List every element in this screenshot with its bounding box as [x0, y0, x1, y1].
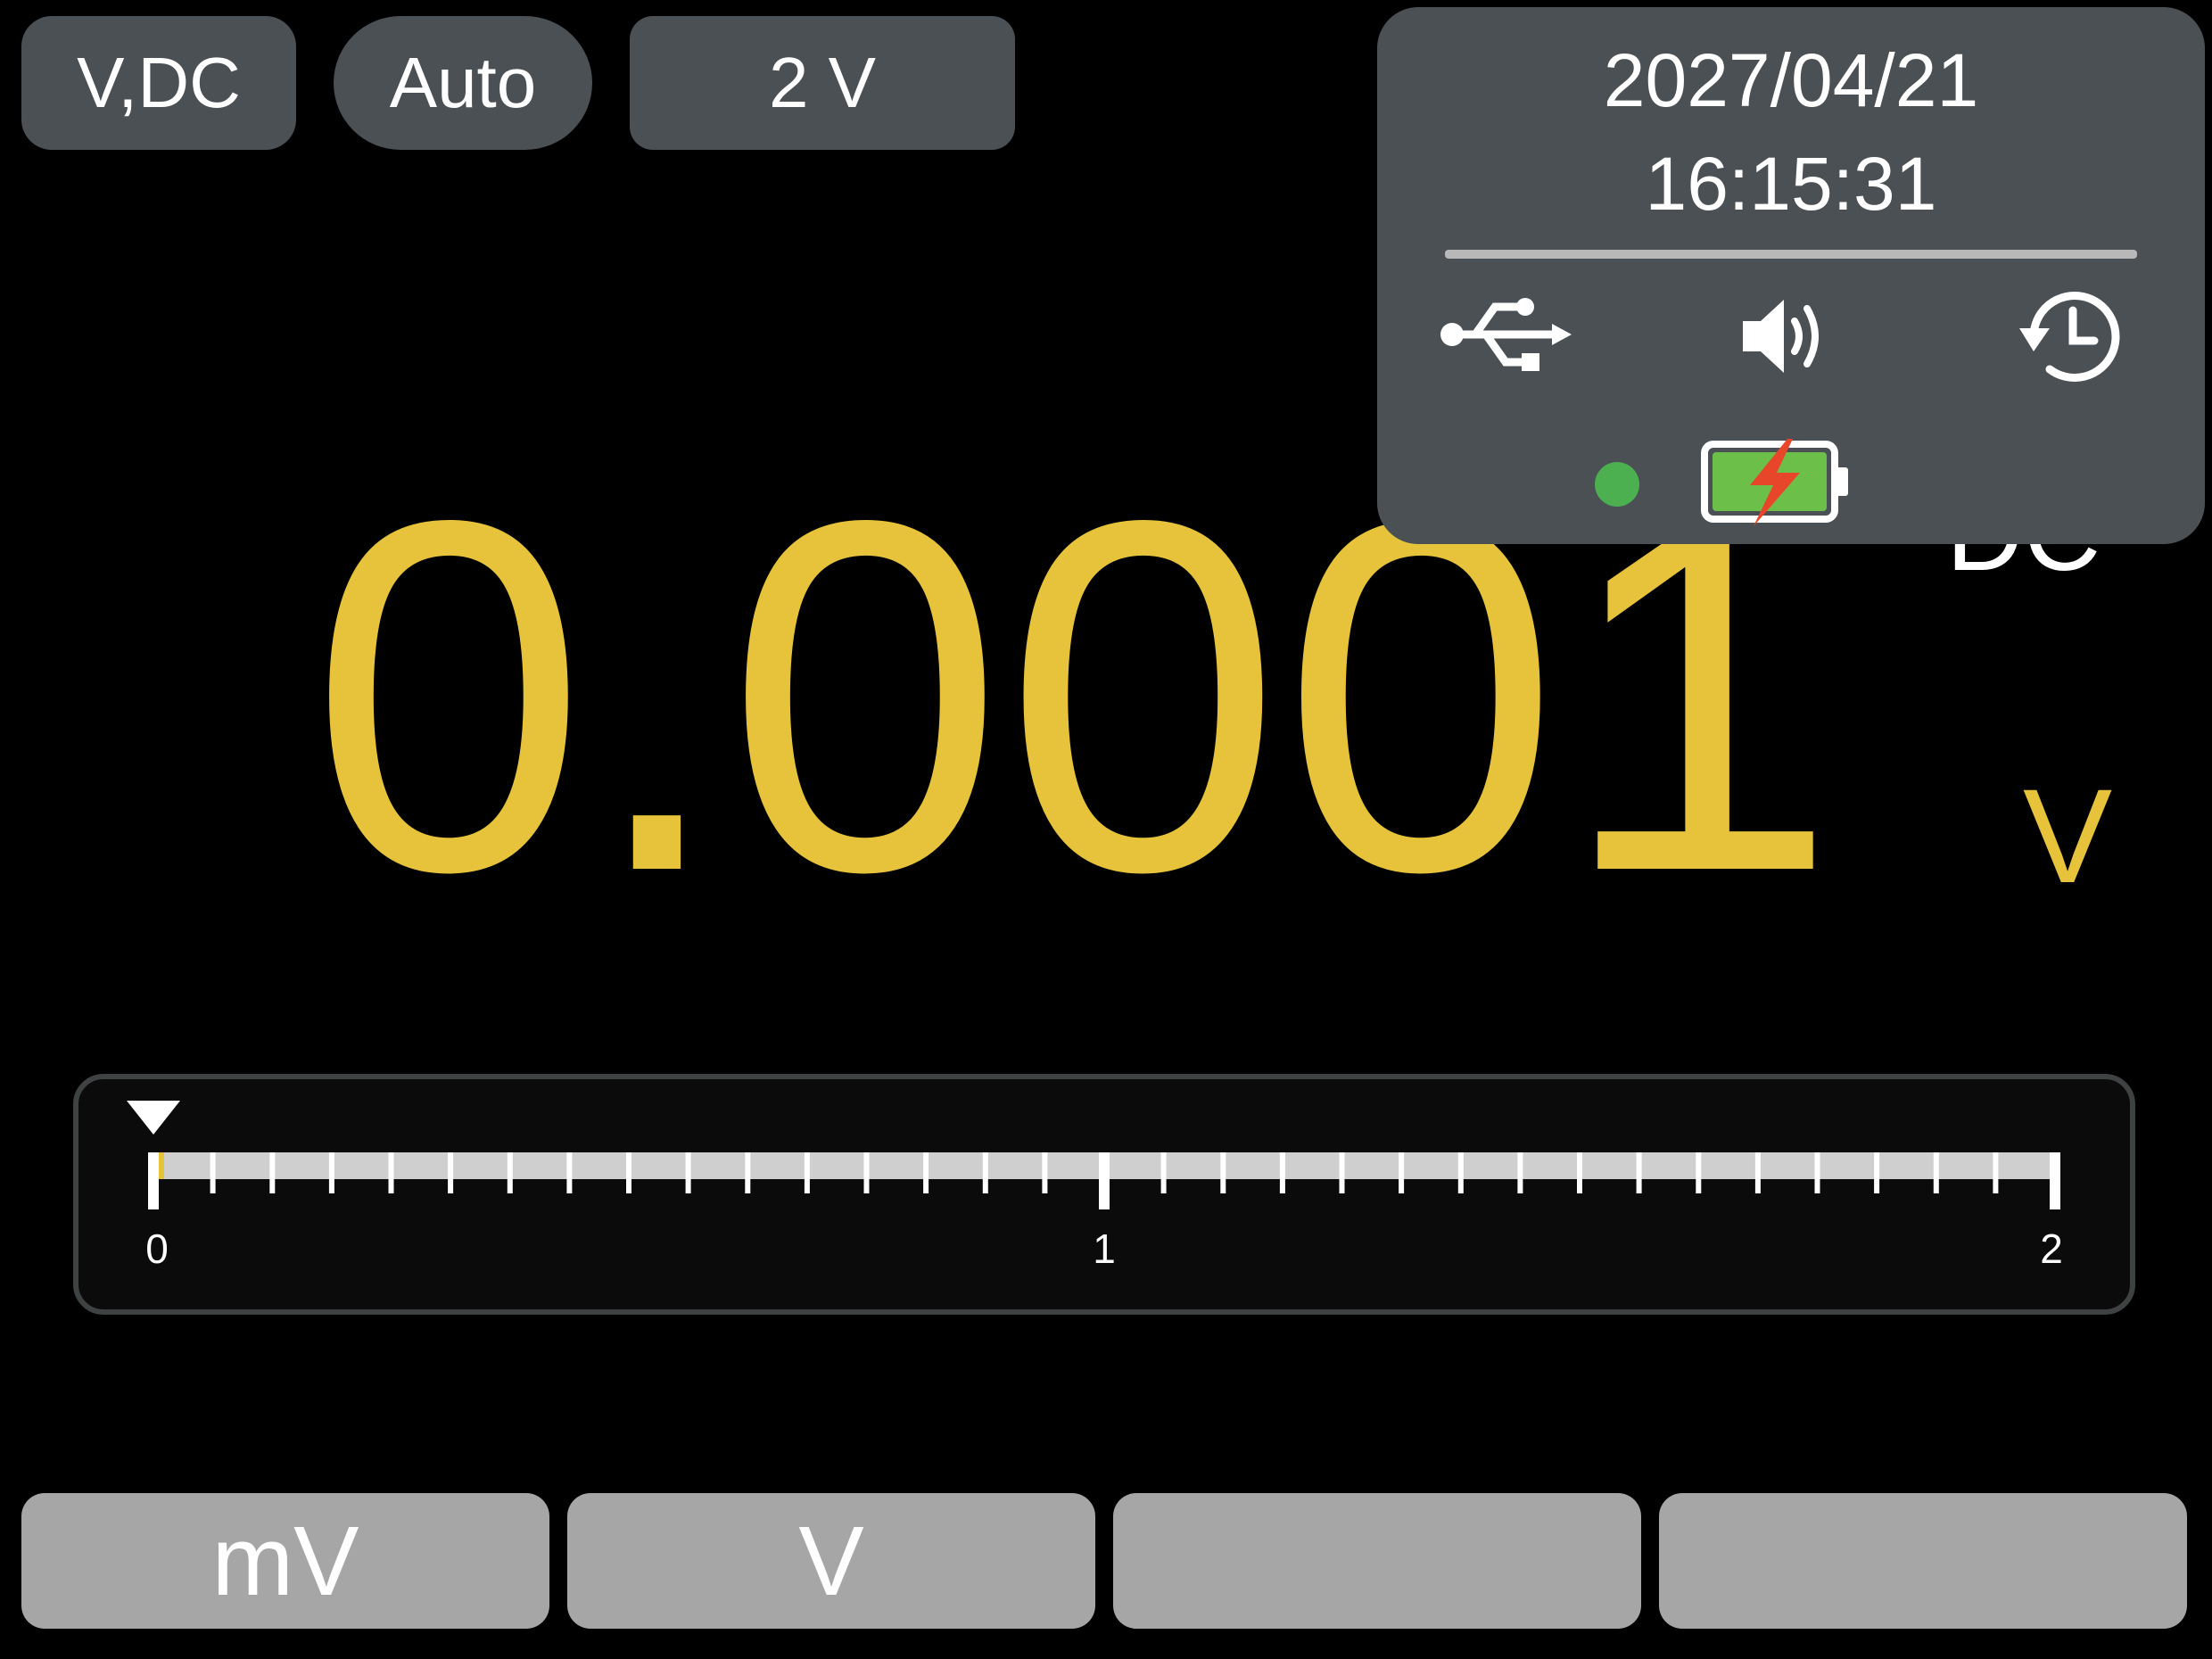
- bargraph-minor-tick: [1160, 1152, 1167, 1193]
- bargraph-minor-tick: [328, 1152, 334, 1193]
- bargraph-minor-tick: [210, 1152, 216, 1193]
- bargraph-minor-tick: [804, 1152, 810, 1193]
- softkey-3[interactable]: [1113, 1493, 1641, 1629]
- bargraph-minor-tick: [1933, 1152, 1939, 1193]
- bargraph-minor-tick: [1993, 1152, 1999, 1193]
- bargraph-tick-label: 2: [2040, 1226, 2063, 1272]
- bargraph-minor-tick: [448, 1152, 454, 1193]
- bargraph-minor-tick: [507, 1152, 513, 1193]
- status-panel: 2027/04/21 16:15:31: [1377, 7, 2205, 544]
- status-led: [1595, 462, 1639, 507]
- range-button[interactable]: 2 V: [630, 16, 1015, 150]
- bargraph-minor-tick: [685, 1152, 691, 1193]
- bargraph-minor-tick: [982, 1152, 988, 1193]
- reading-unit: V: [2023, 761, 2113, 911]
- bargraph-tick-label: 0: [145, 1226, 169, 1272]
- bargraph-major-tick: [2050, 1152, 2060, 1209]
- bargraph-minor-tick: [1754, 1152, 1761, 1193]
- softkey-4[interactable]: [1659, 1493, 2187, 1629]
- speaker-icon: [1743, 300, 1819, 373]
- bargraph-minor-tick: [745, 1152, 751, 1193]
- bargraph-minor-tick: [388, 1152, 394, 1193]
- usb-icon: [1440, 298, 1572, 371]
- analog-bargraph: 0 1 2: [73, 1074, 2135, 1315]
- bargraph-pointer: [127, 1101, 180, 1135]
- status-divider: [1445, 250, 2137, 259]
- battery-charging-icon: [1701, 439, 1848, 526]
- date-display: 2027/04/21: [1603, 38, 1979, 122]
- auto-range-button[interactable]: Auto: [334, 16, 592, 150]
- bargraph-minor-tick: [1636, 1152, 1642, 1193]
- bargraph-minor-tick: [923, 1152, 929, 1193]
- bargraph-minor-tick: [1814, 1152, 1820, 1193]
- bargraph-major-tick: [1099, 1152, 1110, 1209]
- bargraph-major-tick: [148, 1152, 159, 1209]
- bargraph-minor-tick: [1042, 1152, 1048, 1193]
- bargraph-tick-label: 1: [1093, 1226, 1116, 1272]
- bargraph-minor-tick: [863, 1152, 870, 1193]
- bargraph-minor-tick: [566, 1152, 573, 1193]
- bargraph-minor-tick: [1577, 1152, 1582, 1193]
- bargraph-minor-tick: [626, 1152, 631, 1193]
- bargraph-minor-tick: [1399, 1152, 1405, 1193]
- history-icon: [2019, 292, 2120, 382]
- bargraph-minor-tick: [269, 1152, 276, 1193]
- softkey-v[interactable]: V: [567, 1493, 1095, 1629]
- bargraph-minor-tick: [1696, 1152, 1702, 1193]
- bargraph-minor-tick: [1517, 1152, 1523, 1193]
- bargraph-minor-tick: [1339, 1152, 1345, 1193]
- bargraph-minor-tick: [1457, 1152, 1464, 1193]
- bargraph-minor-tick: [1279, 1152, 1285, 1193]
- bargraph-minor-tick: [1220, 1152, 1226, 1193]
- bargraph-minor-tick: [1874, 1152, 1880, 1193]
- softkey-mv[interactable]: mV: [21, 1493, 549, 1629]
- function-mode-button[interactable]: V,DC: [21, 16, 296, 150]
- time-display: 16:15:31: [1645, 142, 1937, 226]
